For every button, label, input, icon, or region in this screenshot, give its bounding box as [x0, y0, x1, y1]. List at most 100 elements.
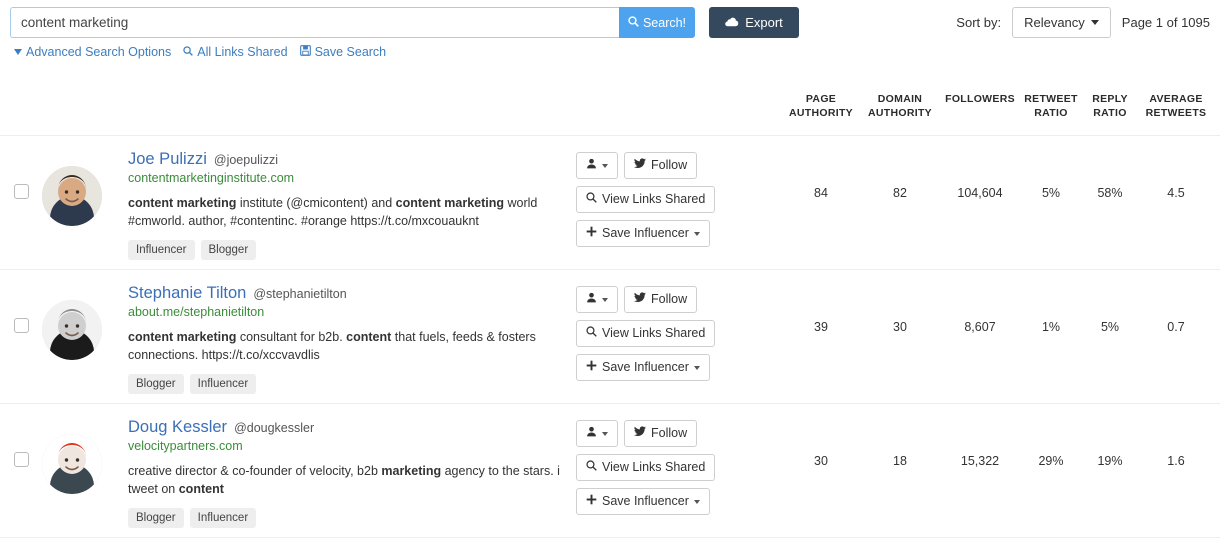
metric-domain-authority: 18	[860, 454, 940, 537]
profile-bio: content marketing institute (@cmicontent…	[128, 194, 566, 230]
metric-reply-ratio: 5%	[1082, 320, 1138, 403]
column-header-line1: FOLLOWERS	[940, 92, 1020, 106]
row-actions-line2: View Links Shared	[576, 454, 782, 481]
view-links-shared-button[interactable]: View Links Shared	[576, 454, 715, 481]
row-checkbox[interactable]	[14, 318, 29, 333]
profile-website-link[interactable]: contentmarketinginstitute.com	[128, 171, 566, 185]
column-header-average-retweets: AVERAGE RETWEETS	[1138, 92, 1214, 120]
follow-button-label: Follow	[651, 426, 687, 441]
search-form: Search!	[10, 7, 695, 38]
row-checkbox[interactable]	[14, 184, 29, 199]
metric-average-retweets: 1.6	[1138, 454, 1214, 537]
header-spacer	[0, 78, 782, 135]
row-select-cell	[0, 150, 42, 269]
row-actions: Follow View Links Shared Save Influencer	[576, 284, 782, 403]
save-disk-icon	[300, 45, 311, 59]
column-header-line2: RATIO	[1082, 106, 1138, 120]
save-search-link[interactable]: Save Search	[300, 45, 387, 59]
profile-name-link[interactable]: Stephanie Tilton	[128, 284, 246, 303]
chevron-down-icon	[602, 164, 608, 168]
search-icon	[628, 16, 639, 30]
view-links-shared-button[interactable]: View Links Shared	[576, 320, 715, 347]
metric-domain-authority: 82	[860, 186, 940, 269]
metric-retweet-ratio: 1%	[1020, 320, 1082, 403]
row-metrics: 84 82 104,604 5% 58% 4.5	[782, 150, 1220, 269]
tag-badge: Influencer	[190, 508, 257, 528]
column-header-retweet-ratio: RETWEET RATIO	[1020, 92, 1082, 120]
row-actions-line3: Save Influencer	[576, 220, 782, 247]
plus-icon	[586, 360, 597, 375]
profile-website-link[interactable]: velocitypartners.com	[128, 439, 566, 453]
results-table: PAGE AUTHORITY DOMAIN AUTHORITY FOLLOWER…	[0, 78, 1220, 538]
view-links-shared-label: View Links Shared	[602, 192, 705, 207]
profile-website-link[interactable]: about.me/stephanietilton	[128, 305, 566, 319]
profile-name-link[interactable]: Doug Kessler	[128, 418, 227, 437]
profile-handle: @joepulizzi	[214, 153, 278, 167]
row-metrics: 30 18 15,322 29% 19% 1.6	[782, 418, 1220, 537]
row-actions-line3: Save Influencer	[576, 354, 782, 381]
follow-button[interactable]: Follow	[624, 286, 697, 313]
metric-average-retweets: 0.7	[1138, 320, 1214, 403]
table-row: Joe Pulizzi @joepulizzi contentmarketing…	[0, 136, 1220, 270]
user-icon	[586, 158, 597, 173]
plus-icon	[586, 494, 597, 509]
search-button-label: Search!	[643, 16, 686, 30]
avatar-cell	[42, 150, 128, 269]
all-links-shared-label: All Links Shared	[197, 45, 287, 59]
follow-button[interactable]: Follow	[624, 152, 697, 179]
profile-tags: Blogger Influencer	[128, 374, 566, 394]
search-icon	[586, 460, 597, 475]
profile-handle: @dougkessler	[234, 421, 314, 435]
row-select-cell	[0, 284, 42, 403]
sort-by-select[interactable]: Relevancy	[1012, 7, 1111, 38]
column-header-line1: RETWEET	[1020, 92, 1082, 106]
tag-badge: Blogger	[128, 374, 184, 394]
save-influencer-button[interactable]: Save Influencer	[576, 354, 710, 381]
profile-name-link[interactable]: Joe Pulizzi	[128, 150, 207, 169]
row-actions-line1: Follow	[576, 152, 782, 179]
tag-badge: Influencer	[190, 374, 257, 394]
chevron-down-icon	[694, 366, 700, 370]
row-checkbox[interactable]	[14, 452, 29, 467]
sort-controls: Sort by: Relevancy Page 1 of 1095	[956, 7, 1210, 38]
sort-by-value: Relevancy	[1024, 15, 1085, 30]
profile-menu-button[interactable]	[576, 286, 618, 313]
view-links-shared-button[interactable]: View Links Shared	[576, 186, 715, 213]
export-button[interactable]: Export	[709, 7, 799, 38]
search-input[interactable]	[10, 7, 619, 38]
row-actions: Follow View Links Shared Save Influencer	[576, 150, 782, 269]
metric-retweet-ratio: 5%	[1020, 186, 1082, 269]
profile-menu-button[interactable]	[576, 420, 618, 447]
row-actions-line3: Save Influencer	[576, 488, 782, 515]
profile-name-line: Stephanie Tilton @stephanietilton	[128, 284, 566, 303]
save-influencer-label: Save Influencer	[602, 494, 689, 509]
profile-handle: @stephanietilton	[253, 287, 346, 301]
tag-badge: Blogger	[201, 240, 257, 260]
search-button[interactable]: Search!	[619, 7, 695, 38]
twitter-bird-icon	[634, 426, 646, 441]
export-button-label: Export	[745, 15, 783, 30]
metric-retweet-ratio: 29%	[1020, 454, 1082, 537]
advanced-search-options-link[interactable]: Advanced Search Options	[14, 45, 171, 59]
column-header-domain-authority: DOMAIN AUTHORITY	[860, 92, 940, 120]
metric-average-retweets: 4.5	[1138, 186, 1214, 269]
column-header-line2: AUTHORITY	[782, 106, 860, 120]
avatar-cell	[42, 284, 128, 403]
table-row: Stephanie Tilton @stephanietilton about.…	[0, 270, 1220, 404]
all-links-shared-link[interactable]: All Links Shared	[183, 45, 287, 59]
row-actions-line1: Follow	[576, 286, 782, 313]
save-influencer-button[interactable]: Save Influencer	[576, 220, 710, 247]
save-influencer-button[interactable]: Save Influencer	[576, 488, 710, 515]
profile-info: Joe Pulizzi @joepulizzi contentmarketing…	[128, 150, 576, 269]
column-header-line1: REPLY	[1082, 92, 1138, 106]
avatar	[42, 166, 102, 226]
table-header-row: PAGE AUTHORITY DOMAIN AUTHORITY FOLLOWER…	[0, 78, 1220, 136]
metric-reply-ratio: 19%	[1082, 454, 1138, 537]
chevron-down-icon	[694, 232, 700, 236]
follow-button[interactable]: Follow	[624, 420, 697, 447]
metric-followers: 104,604	[940, 186, 1020, 269]
profile-menu-button[interactable]	[576, 152, 618, 179]
twitter-bird-icon	[634, 158, 646, 173]
profile-info: Stephanie Tilton @stephanietilton about.…	[128, 284, 576, 403]
save-influencer-label: Save Influencer	[602, 360, 689, 375]
